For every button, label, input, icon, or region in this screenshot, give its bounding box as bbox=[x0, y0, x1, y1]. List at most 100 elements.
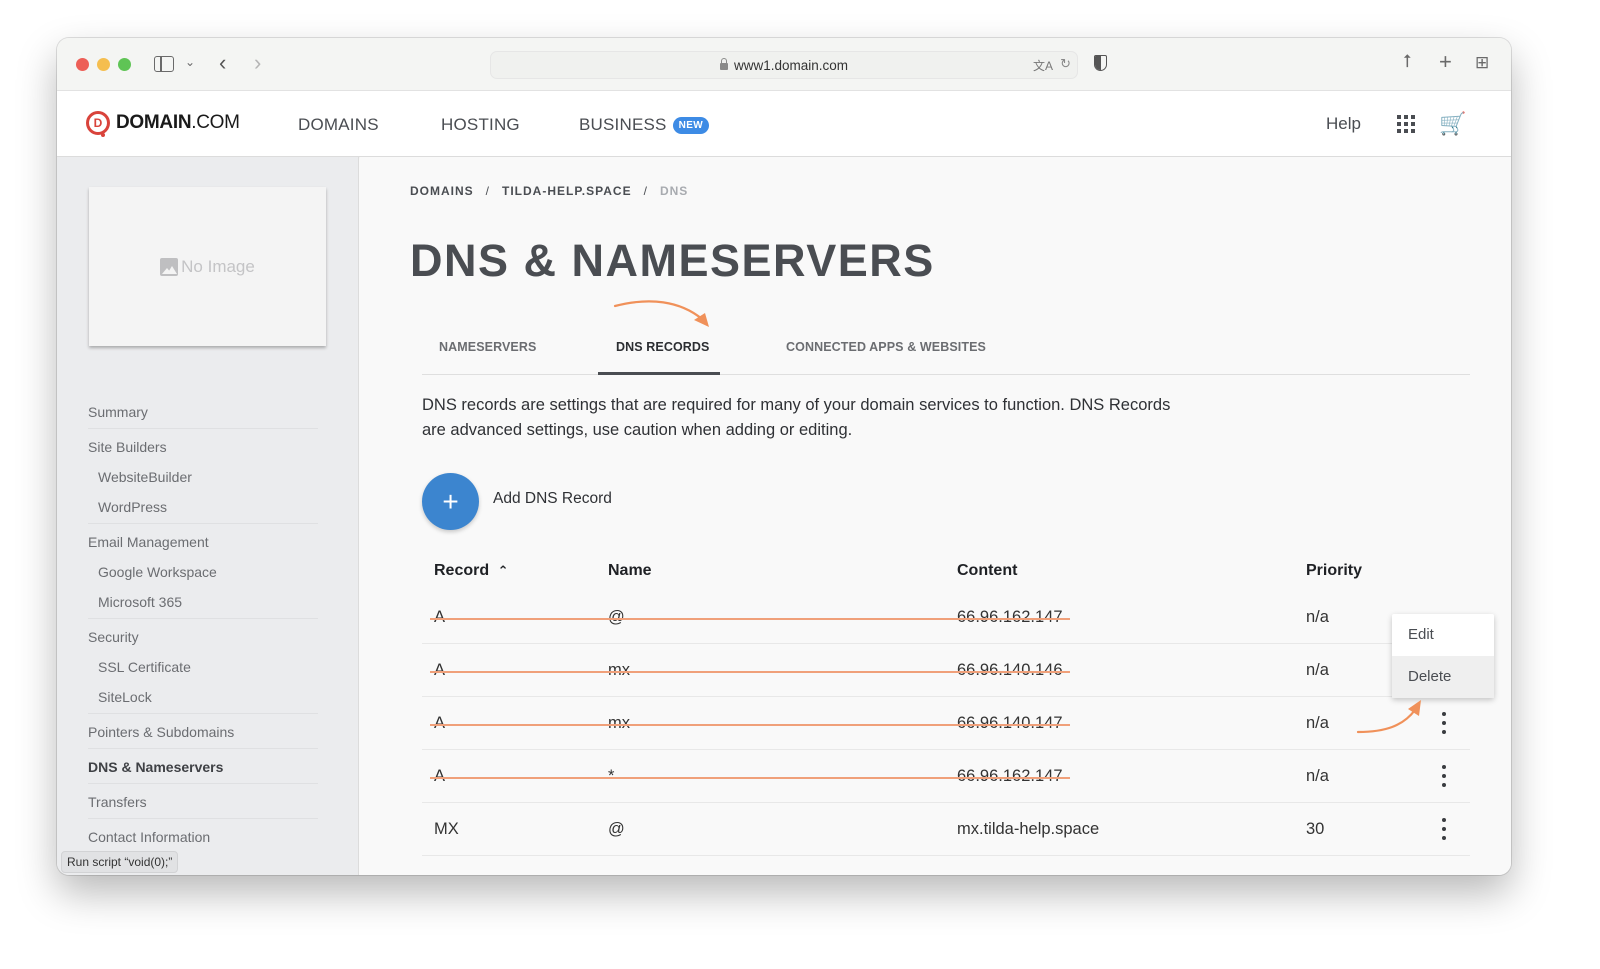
status-bar-tooltip: Run script “void(0);” bbox=[61, 851, 179, 873]
no-image-label: No Image bbox=[181, 256, 255, 276]
maximize-window-button[interactable] bbox=[118, 58, 131, 71]
sidebar-item-pointers-subdomains[interactable]: Pointers & Subdomains bbox=[88, 717, 318, 747]
share-icon[interactable]: ⭡ bbox=[1403, 52, 1411, 70]
table-row: A mx 66.96.140.146 n/a bbox=[422, 644, 1470, 697]
tab-bar: NAMESERVERS DNS RECORDS CONNECTED APPS &… bbox=[422, 312, 1470, 375]
new-badge: NEW bbox=[672, 117, 710, 134]
sidebar-item-dns-nameservers[interactable]: DNS & Nameservers bbox=[88, 752, 318, 782]
main-content: DOMAINS / TILDA-HELP.SPACE / DNS DNS & NAMES… bbox=[360, 157, 1511, 875]
address-bar[interactable]: www1.domain.com 文A ↻ bbox=[490, 51, 1078, 79]
row-actions-kebab-icon[interactable] bbox=[1440, 818, 1448, 840]
cart-icon[interactable]: 🛒 bbox=[1439, 111, 1466, 137]
sort-ascending-icon[interactable]: ⌃ bbox=[498, 563, 509, 578]
sidebar-icon[interactable] bbox=[154, 56, 174, 72]
breadcrumb-current: DNS bbox=[659, 184, 689, 198]
add-dns-record-button[interactable]: + bbox=[422, 473, 479, 530]
cell-record: MX bbox=[434, 820, 459, 838]
active-tab-indicator bbox=[598, 372, 720, 375]
apps-grid-icon[interactable] bbox=[1397, 115, 1415, 133]
divider bbox=[88, 748, 318, 749]
table-row: A * 66.96.162.147 n/a bbox=[422, 750, 1470, 803]
sidebar-item-email-management[interactable]: Email Management bbox=[88, 527, 318, 557]
logo-mark-icon: D bbox=[86, 111, 110, 137]
logo-text-bold: DOMAIN bbox=[116, 112, 192, 133]
cell-priority: n/a bbox=[1306, 767, 1329, 785]
cell-name: @ bbox=[608, 820, 625, 838]
divider bbox=[88, 618, 318, 619]
domain-logo[interactable]: D DOMAIN.COM bbox=[86, 111, 240, 137]
divider bbox=[88, 713, 318, 714]
tab-nameservers[interactable]: NAMESERVERS bbox=[439, 340, 536, 354]
strikethrough-annotation bbox=[430, 671, 1070, 673]
browser-toolbar: ⌄ ‹ › www1.domain.com 文A ↻ ⭡ + ⊞ bbox=[57, 38, 1511, 91]
row-action-menu: Edit Delete bbox=[1392, 614, 1494, 698]
forward-icon[interactable]: › bbox=[254, 52, 261, 74]
reload-icon[interactable]: ↻ bbox=[1060, 56, 1071, 72]
column-header-content[interactable]: Content bbox=[957, 562, 1017, 580]
breadcrumb-separator: / bbox=[643, 184, 648, 198]
sidebar-item-microsoft-365[interactable]: Microsoft 365 bbox=[88, 587, 318, 617]
tab-overview-icon[interactable]: ⊞ bbox=[1475, 54, 1489, 71]
sidebar-item-sitelock[interactable]: SiteLock bbox=[88, 682, 318, 712]
table-row: MX @ mx.tilda-help.space 30 bbox=[422, 803, 1470, 856]
menu-item-delete[interactable]: Delete bbox=[1392, 656, 1494, 698]
strikethrough-annotation bbox=[430, 724, 1070, 726]
cell-priority: n/a bbox=[1306, 661, 1329, 679]
nav-business[interactable]: BUSINESS NEW bbox=[579, 115, 710, 136]
image-icon bbox=[160, 257, 179, 276]
tab-connected-apps[interactable]: CONNECTED APPS & WEBSITES bbox=[786, 340, 986, 354]
privacy-shield-icon[interactable] bbox=[1094, 55, 1107, 71]
browser-window: ⌄ ‹ › www1.domain.com 文A ↻ ⭡ + ⊞ D DOMAI… bbox=[57, 38, 1511, 875]
row-actions-kebab-icon[interactable] bbox=[1440, 712, 1448, 734]
strikethrough-annotation bbox=[430, 618, 1070, 620]
nav-hosting[interactable]: HOSTING bbox=[441, 115, 520, 135]
sidebar-item-wordpress[interactable]: WordPress bbox=[88, 492, 318, 522]
sidebar-item-websitebuilder[interactable]: WebsiteBuilder bbox=[88, 462, 318, 492]
divider bbox=[88, 428, 318, 429]
lock-icon bbox=[719, 58, 728, 70]
tab-dns-records[interactable]: DNS RECORDS bbox=[616, 340, 709, 354]
nav-business-label: BUSINESS bbox=[579, 115, 667, 134]
new-tab-icon[interactable]: + bbox=[1439, 51, 1452, 73]
left-sidebar: No Image Summary Site Builders WebsiteBu… bbox=[57, 157, 359, 875]
cell-priority: 30 bbox=[1306, 820, 1325, 838]
sidebar-item-security[interactable]: Security bbox=[88, 622, 318, 652]
chevron-down-icon[interactable]: ⌄ bbox=[185, 56, 195, 68]
row-actions-kebab-icon[interactable] bbox=[1440, 765, 1448, 787]
add-dns-record-label[interactable]: Add DNS Record bbox=[493, 490, 612, 508]
dns-description: DNS records are settings that are requir… bbox=[422, 396, 1171, 439]
breadcrumb-domain-name[interactable]: TILDA-HELP.SPACE bbox=[502, 184, 632, 198]
column-header-record[interactable]: Record ⌃ bbox=[434, 562, 508, 580]
sidebar-item-ssl-certificate[interactable]: SSL Certificate bbox=[88, 652, 318, 682]
translate-icon[interactable]: 文A bbox=[1033, 57, 1053, 74]
column-header-record-label: Record bbox=[434, 562, 490, 579]
menu-item-edit[interactable]: Edit bbox=[1392, 614, 1494, 656]
sidebar-item-google-workspace[interactable]: Google Workspace bbox=[88, 557, 318, 587]
strikethrough-annotation bbox=[430, 777, 1070, 779]
minimize-window-button[interactable] bbox=[97, 58, 110, 71]
cell-content: mx.tilda-help.space bbox=[957, 820, 1100, 838]
column-header-name[interactable]: Name bbox=[608, 562, 652, 580]
divider bbox=[88, 818, 318, 819]
help-link[interactable]: Help bbox=[1326, 114, 1361, 134]
close-window-button[interactable] bbox=[76, 58, 89, 71]
nav-domains[interactable]: DOMAINS bbox=[298, 115, 379, 135]
sidebar-item-summary[interactable]: Summary bbox=[88, 397, 318, 427]
divider bbox=[88, 783, 318, 784]
table-row: A mx 66.96.140.147 n/a bbox=[422, 697, 1470, 750]
sidebar-item-contact-information[interactable]: Contact Information bbox=[88, 822, 318, 852]
breadcrumb-domains[interactable]: DOMAINS bbox=[410, 184, 474, 198]
sidebar-item-transfers[interactable]: Transfers bbox=[88, 787, 318, 817]
sidebar-nav: Summary Site Builders WebsiteBuilder Wor… bbox=[88, 397, 318, 852]
breadcrumb-separator: / bbox=[485, 184, 491, 198]
column-header-priority[interactable]: Priority bbox=[1306, 562, 1362, 580]
site-header: D DOMAIN.COM DOMAINS HOSTING BUSINESS NEW… bbox=[57, 91, 1511, 157]
logo-text-light: .COM bbox=[191, 112, 240, 133]
back-icon[interactable]: ‹ bbox=[219, 52, 226, 74]
page-title: DNS & NAMESERVERS bbox=[410, 235, 935, 286]
breadcrumb: DOMAINS / TILDA-HELP.SPACE / DNS bbox=[410, 184, 688, 198]
sidebar-item-site-builders[interactable]: Site Builders bbox=[88, 432, 318, 462]
domain-image-placeholder: No Image bbox=[89, 187, 326, 346]
cell-priority: n/a bbox=[1306, 608, 1329, 626]
table-row: A @ 66.96.162.147 n/a bbox=[422, 591, 1470, 644]
